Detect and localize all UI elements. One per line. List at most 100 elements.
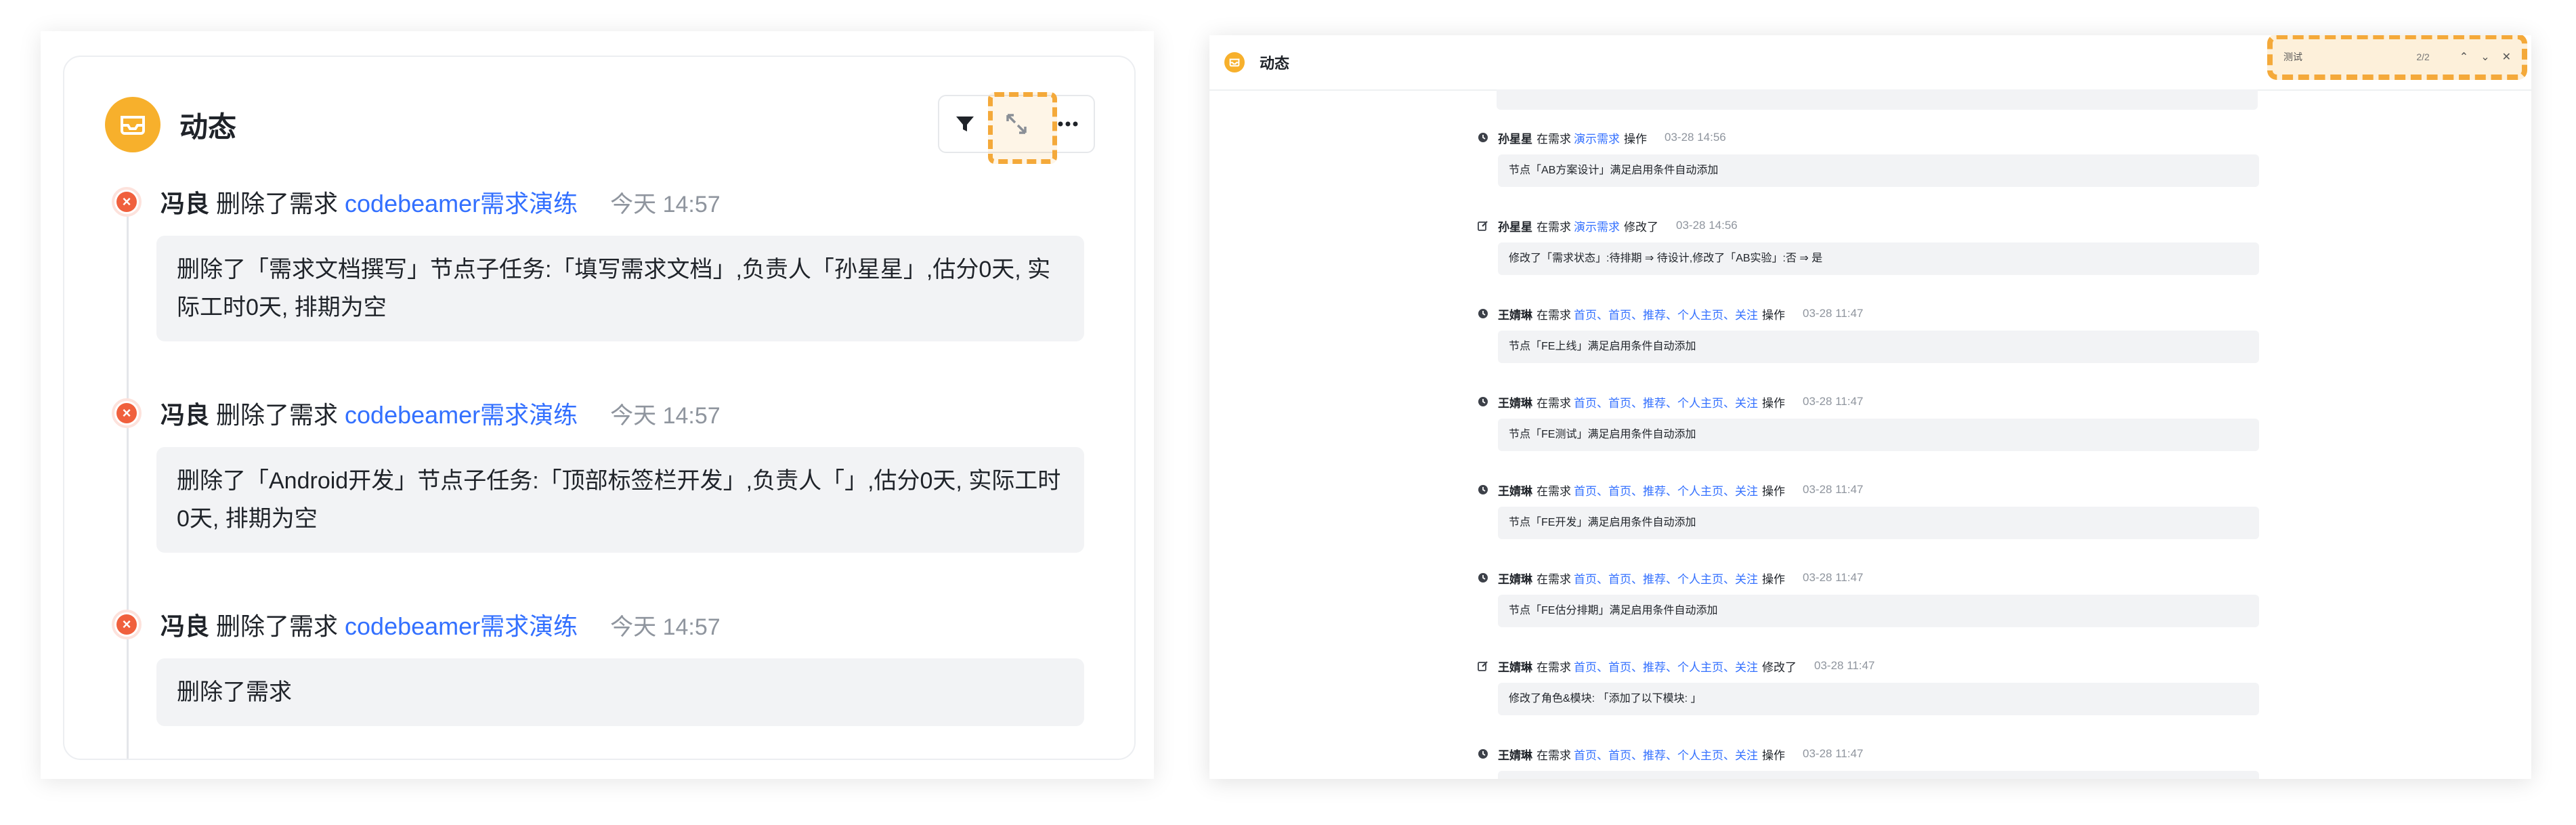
find-bar: 测试 2/2 ⌃ ⌄ ✕ (2267, 35, 2527, 80)
find-input[interactable]: 测试 (2283, 50, 2416, 64)
entry-time: 今天 14:57 (610, 191, 721, 217)
activity-card: 动态 × 冯良 删除了需求 codebeamer需求演练 今天 14:57 删除… (63, 56, 1136, 760)
activity-entry: 王婧琳 在需求 首页、首页、推荐、个人主页、关注 操作 03-28 11:47 … (1478, 568, 2263, 627)
card-header: 动态 (105, 97, 237, 152)
activity-entry: 王婧琳 在需求 首页、首页、推荐、个人主页、关注 修改了 03-28 11:47… (1478, 656, 2263, 715)
entry-pre: 在需求 (1537, 396, 1571, 410)
entry-detail: 节点「FE测试」满足启用条件自动添加 (1498, 419, 2259, 451)
entry-pre: 在需求 (1537, 660, 1571, 674)
entry-pre: 在需求 (1537, 220, 1571, 234)
entry-post: 修改了 (1762, 660, 1797, 674)
entry-user: 冯良 (160, 190, 210, 217)
entry-time: 03-28 11:47 (1803, 307, 1864, 320)
entry-post: 操作 (1762, 308, 1785, 322)
entry-link[interactable]: codebeamer需求演练 (345, 184, 578, 219)
clock-icon (1478, 484, 1488, 495)
find-count: 2/2 (2416, 51, 2430, 62)
more-icon (1058, 121, 1078, 127)
edit-icon (1478, 660, 1488, 671)
entry-time: 03-28 11:47 (1803, 747, 1864, 760)
activity-entry: 孙星星 在需求 演示需求 操作 03-28 14:56 节点「AB方案设计」满足… (1478, 127, 2263, 187)
entry-user: 王婧琳 (1498, 484, 1532, 498)
entry-user: 王婧琳 (1498, 748, 1532, 762)
entry-post: 操作 (1762, 484, 1785, 498)
activity-entry: × 冯良 删除了需求 codebeamer需求演练 今天 14:57 删除了「A… (112, 393, 1100, 553)
activity-entry: × 冯良 删除了需求 codebeamer需求演练 今天 14:57 删除了「需… (112, 182, 1100, 341)
entry-link[interactable]: 首页、首页、推荐、个人主页、关注 (1574, 305, 1758, 322)
activity-entry: 王婧琳 在需求 首页、首页、推荐、个人主页、关注 操作 03-28 11:47 … (1478, 480, 2263, 539)
left-screenshot: 动态 × 冯良 删除了需求 codebeamer需求演练 今天 14:57 删除… (41, 31, 1154, 779)
entry-post: 操作 (1762, 396, 1785, 410)
entry-pre: 在需求 (1537, 308, 1571, 322)
entry-user: 王婧琳 (1498, 308, 1532, 322)
entry-detail: 节点「FE估分排期」满足启用条件自动添加 (1498, 595, 2259, 627)
entry-user: 孙星星 (1498, 220, 1532, 234)
activity-logo-icon (105, 97, 160, 152)
entry-post: 操作 (1624, 132, 1647, 146)
panel-title: 动态 (1260, 55, 1290, 72)
entry-link[interactable]: codebeamer需求演练 (345, 607, 578, 642)
entry-pre: 在需求 (1537, 748, 1571, 762)
edit-icon (1478, 220, 1488, 231)
entry-link[interactable]: 首页、首页、推荐、个人主页、关注 (1574, 658, 1758, 675)
activity-entry: 王婧琳 在需求 首页、首页、推荐、个人主页、关注 操作 03-28 11:47 (1478, 744, 2263, 779)
entry-action: 删除了需求 (216, 401, 339, 429)
entry-pre: 在需求 (1537, 132, 1571, 146)
entry-user: 孙星星 (1498, 132, 1532, 146)
right-screenshot: 动态 测试 2/2 ⌃ ⌄ ✕ 孙星星 在需求 演示需求 操作 03-28 14… (1209, 35, 2531, 779)
entry-link[interactable]: 首页、首页、推荐、个人主页、关注 (1574, 482, 1758, 499)
entry-user: 冯良 (160, 612, 210, 640)
expand-button[interactable] (988, 92, 1057, 164)
activity-entry: × 冯良 删除了需求 codebeamer需求演练 今天 14:57 删除了需求 (112, 604, 1100, 726)
activity-entry: 王婧琳 在需求 首页、首页、推荐、个人主页、关注 操作 03-28 11:47 … (1478, 303, 2263, 363)
entry-time: 03-28 14:56 (1665, 131, 1726, 144)
entry-user: 冯良 (160, 401, 210, 429)
entry-detail: 节点「FE上线」满足启用条件自动添加 (1498, 331, 2259, 363)
entry-detail: 修改了角色&模块: 「添加了以下模块: 」 (1498, 683, 2259, 715)
entry-link[interactable]: 演示需求 (1574, 217, 1620, 234)
entry-pre: 在需求 (1537, 572, 1571, 586)
entry-detail: 节点「FE开发」满足启用条件自动添加 (1498, 507, 2259, 539)
entry-link[interactable]: codebeamer需求演练 (345, 396, 578, 431)
entry-detail: 节点「AB方案设计」满足启用条件自动添加 (1498, 154, 2259, 187)
delete-icon: × (112, 187, 142, 217)
clock-icon (1478, 572, 1488, 583)
filter-button[interactable] (939, 96, 991, 152)
entry-user: 王婧琳 (1498, 396, 1532, 410)
entry-time: 03-28 11:47 (1814, 659, 1875, 672)
entry-time: 03-28 11:47 (1803, 395, 1864, 408)
activity-logo-icon (1224, 52, 1245, 72)
card-title: 动态 (179, 110, 237, 143)
entry-user: 王婧琳 (1498, 572, 1532, 586)
expand-icon (1006, 114, 1027, 134)
card-toolbar (938, 92, 1095, 164)
entry-link[interactable]: 首页、首页、推荐、个人主页、关注 (1574, 394, 1758, 410)
entry-link[interactable]: 首页、首页、推荐、个人主页、关注 (1574, 746, 1758, 763)
entry-time: 03-28 14:56 (1676, 219, 1738, 232)
entry-time: 03-28 11:47 (1803, 483, 1864, 496)
find-next-icon[interactable]: ⌄ (2481, 50, 2489, 64)
previous-entry-detail (1497, 89, 2258, 110)
entry-link[interactable]: 演示需求 (1574, 129, 1620, 146)
entry-post: 操作 (1762, 748, 1785, 762)
activity-entry: 孙星星 在需求 演示需求 修改了 03-28 14:56 修改了「需求状态」:待… (1478, 215, 2263, 275)
entry-time: 今天 14:57 (610, 614, 721, 640)
entry-time: 03-28 11:47 (1803, 571, 1864, 584)
entry-detail: 删除了需求 (156, 658, 1084, 726)
entry-pre: 在需求 (1537, 484, 1571, 498)
entry-post: 操作 (1762, 572, 1785, 586)
entry-detail (1498, 771, 2259, 779)
find-prev-icon[interactable]: ⌃ (2460, 50, 2468, 64)
find-close-icon[interactable]: ✕ (2502, 50, 2511, 64)
activity-entry: 王婧琳 在需求 首页、首页、推荐、个人主页、关注 操作 03-28 11:47 … (1478, 392, 2263, 451)
entry-detail: 删除了「需求文档撰写」节点子任务:「填写需求文档」,负责人「孙星星」,估分0天,… (156, 236, 1084, 341)
delete-icon: × (112, 398, 142, 428)
entry-action: 删除了需求 (216, 612, 339, 640)
clock-icon (1478, 308, 1488, 319)
entry-action: 删除了需求 (216, 190, 339, 217)
delete-icon: × (112, 610, 142, 639)
entry-link[interactable]: 首页、首页、推荐、个人主页、关注 (1574, 570, 1758, 587)
clock-icon (1478, 132, 1488, 143)
entry-detail: 删除了「Android开发」节点子任务:「顶部标签栏开发」,负责人「」,估分0天… (156, 447, 1084, 553)
clock-icon (1478, 748, 1488, 759)
